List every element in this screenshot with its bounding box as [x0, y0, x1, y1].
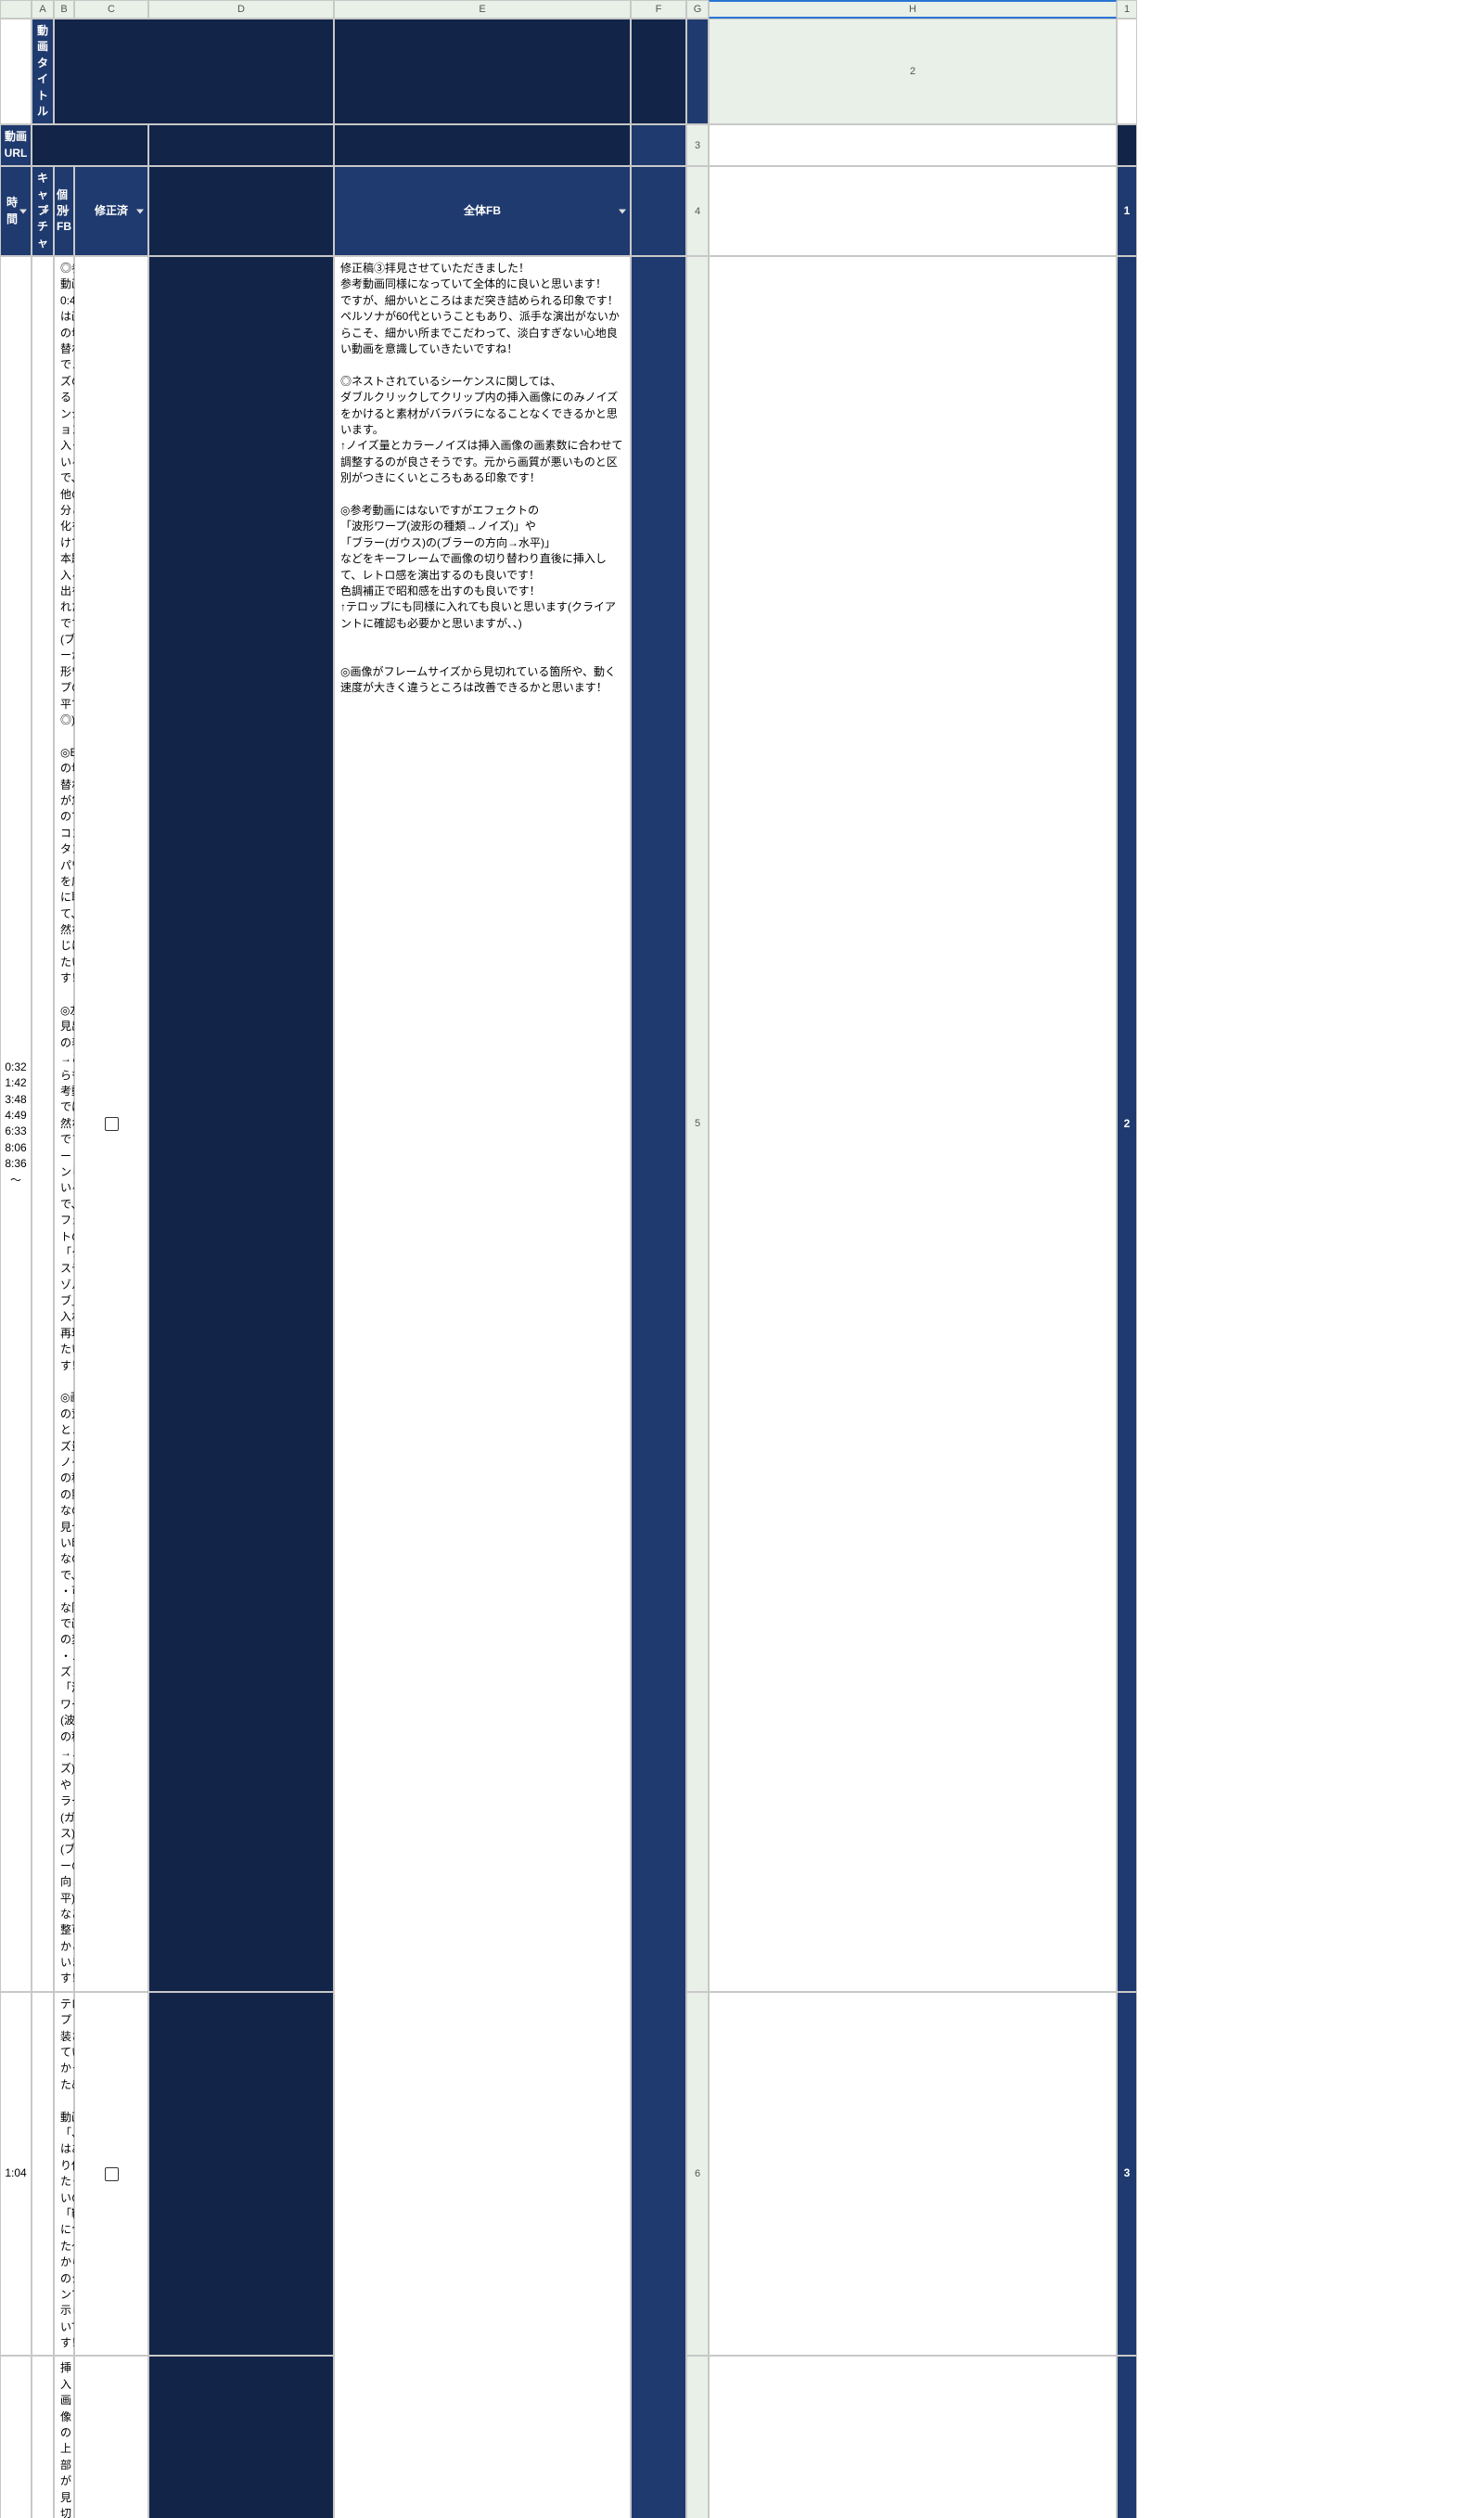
overall-fb: 修正稿③拝見させていただきました！ 参考動画同様になっていて全体的に良いと思いま…	[334, 256, 631, 2518]
row-num-4: 4	[1117, 2356, 1137, 2518]
col-header-A[interactable]: A	[32, 0, 54, 19]
cell-F1	[334, 19, 631, 124]
cell-F3	[148, 166, 334, 256]
row-header-7[interactable]: 7	[686, 2356, 709, 2518]
individual-fb-1: ◎参考動画0:44では画面の切り替わりでノイズのあるトランジションが入っているの…	[54, 256, 74, 1992]
cell-G2	[334, 124, 631, 166]
cell-A2	[1117, 19, 1137, 124]
filter-icon[interactable]	[136, 209, 144, 213]
time-3: 1:13	[0, 2356, 32, 2518]
filter-icon[interactable]	[62, 209, 70, 213]
row-header-3[interactable]: 3	[686, 124, 709, 166]
cell-G1	[631, 19, 686, 124]
header-overall-fb[interactable]: 全体FB	[334, 166, 631, 256]
cell-H-body	[631, 256, 686, 2518]
time-1: 0:32 1:42 3:48 4:49 6:33 8:06 8:36 〜	[0, 256, 32, 1992]
filter-icon[interactable]	[42, 209, 49, 213]
cell-A1	[0, 19, 32, 124]
cell-H2	[631, 124, 686, 166]
fixed-checkbox-1[interactable]	[105, 1117, 119, 1131]
cell-A7	[709, 2356, 1117, 2518]
cell-H1	[686, 19, 709, 124]
cell-F2	[148, 124, 334, 166]
fixed-checkbox-cell-1	[74, 256, 148, 1992]
col-header-H[interactable]: H	[709, 0, 1117, 19]
label-video-title: 動画タイトル	[32, 19, 54, 124]
col-header-E[interactable]: E	[334, 0, 631, 19]
fixed-checkbox-cell-2	[74, 1992, 148, 2357]
row-header-2[interactable]: 2	[709, 19, 1117, 124]
cell-url-value[interactable]	[32, 124, 148, 166]
cell-A3	[709, 124, 1117, 166]
col-header-G[interactable]: G	[686, 0, 709, 19]
capture-2	[32, 1992, 54, 2357]
filter-icon[interactable]	[19, 209, 27, 213]
individual-fb-3: 挿入画像の上部が見切れているので修正お願いします 1:24 ここの画面下部の同様…	[54, 2356, 74, 2518]
capture-1	[32, 256, 54, 1992]
header-capture[interactable]: キャプチャ	[32, 166, 54, 256]
cell-F6	[148, 2356, 334, 2518]
col-header-B[interactable]: B	[54, 0, 74, 19]
cell-A6	[709, 1992, 1117, 2357]
cell-B3	[1117, 124, 1137, 166]
capture-3	[32, 2356, 54, 2518]
cell-A4	[709, 166, 1117, 256]
filter-icon[interactable]	[619, 209, 626, 213]
col-header-F[interactable]: F	[631, 0, 686, 19]
row-num-2: 2	[1117, 256, 1137, 1992]
cell-F5	[148, 1992, 334, 2357]
cell-A5	[709, 256, 1117, 1992]
col-header-D[interactable]: D	[148, 0, 334, 19]
row-header-5[interactable]: 5	[686, 256, 709, 1992]
cell-F4	[148, 256, 334, 1992]
row-header-4[interactable]: 4	[686, 166, 709, 256]
corner	[0, 0, 32, 19]
header-time[interactable]: 時間	[0, 166, 32, 256]
row-header-6[interactable]: 6	[686, 1992, 709, 2357]
fixed-checkbox-cell-3	[74, 2356, 148, 2518]
row-num-1: 1	[1117, 166, 1137, 256]
header-individual-fb[interactable]: 個別FB	[54, 166, 74, 256]
row-header-1[interactable]: 1	[1117, 0, 1137, 19]
col-header-C[interactable]: C	[74, 0, 148, 19]
header-fixed[interactable]: 修正済	[74, 166, 148, 256]
label-video-url: 動画URL	[0, 124, 32, 166]
individual-fb-2: テロップ「舗装されていなかったため」 動画上「、」はあまり使いたくないので「靴底…	[54, 1992, 74, 2357]
fixed-checkbox-2[interactable]	[105, 2167, 119, 2181]
cell-H3	[631, 166, 686, 256]
cell-title-value[interactable]	[54, 19, 334, 124]
row-num-3: 3	[1117, 1992, 1137, 2357]
time-2: 1:04	[0, 1992, 32, 2357]
